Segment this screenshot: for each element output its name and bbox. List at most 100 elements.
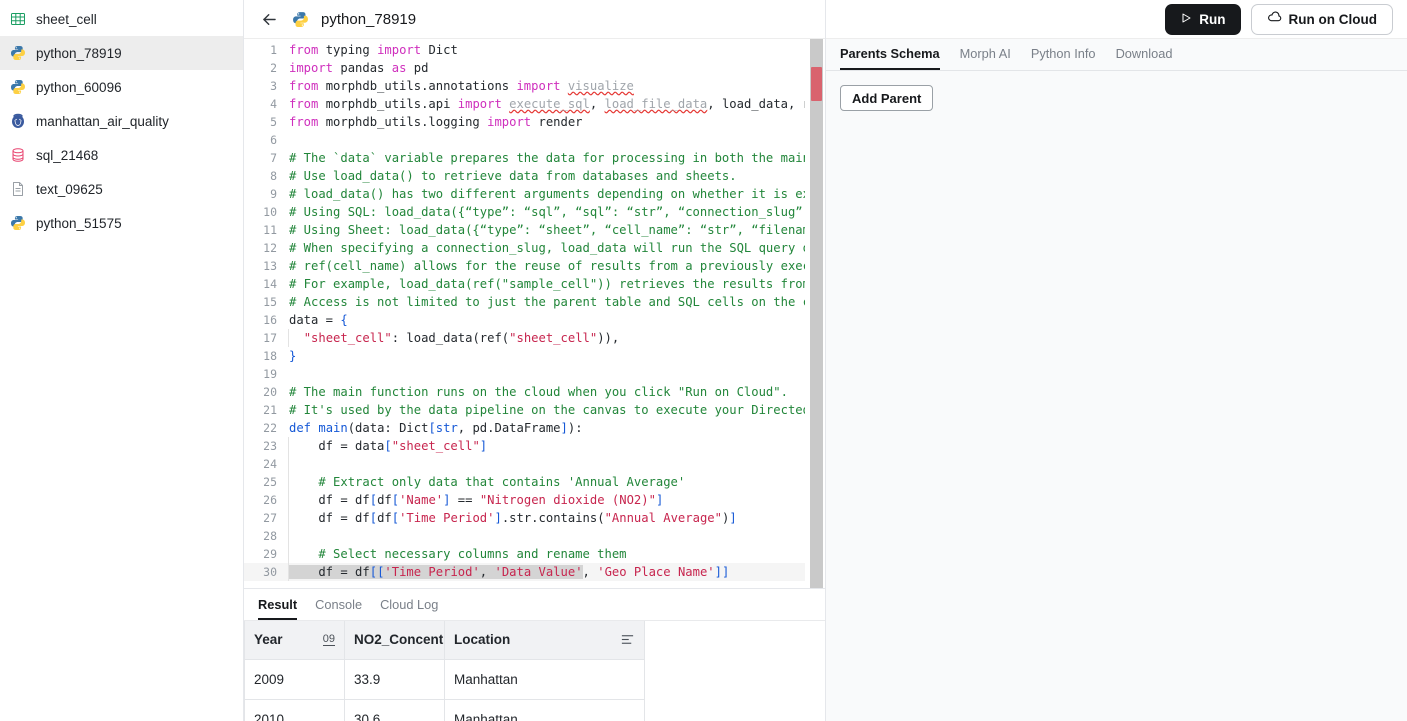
- back-arrow-icon[interactable]: [258, 8, 280, 30]
- run-on-cloud-label: Run on Cloud: [1288, 11, 1377, 27]
- code-token: # Access is not limited to just the pare…: [289, 295, 805, 309]
- code-token: 'Data Value': [494, 565, 583, 579]
- code-token: .str.contains(: [501, 511, 605, 525]
- code-token: df: [377, 493, 392, 507]
- line-number: 20: [263, 385, 277, 399]
- code-line[interactable]: 2 import pandas as pd: [244, 59, 805, 77]
- code-token: load_file_data: [604, 97, 708, 111]
- table-column-header[interactable]: Location: [444, 621, 645, 660]
- results-tab-result[interactable]: Result: [258, 597, 298, 620]
- code-line[interactable]: 27 df = df[df['Time Period'].str.contain…: [244, 509, 805, 527]
- editor-error-marker[interactable]: [811, 67, 822, 101]
- code-line[interactable]: 6: [244, 131, 805, 149]
- code-token: 'Time Period': [384, 565, 480, 579]
- code-line[interactable]: 15 # Access is not limited to just the pa…: [244, 293, 805, 311]
- tab-python-info[interactable]: Python Info: [1031, 46, 1096, 70]
- code-line[interactable]: 19: [244, 365, 805, 383]
- code-token: from: [289, 115, 326, 129]
- tab-download[interactable]: Download: [1116, 46, 1173, 70]
- code-line[interactable]: 17 "sheet_cell": load_data(ref("sheet_ce…: [244, 329, 805, 347]
- line-number: 17: [263, 331, 277, 345]
- line-content: # The `data` variable prepares the data …: [289, 149, 805, 167]
- sidebar-item-python_78919[interactable]: python_78919: [0, 36, 243, 70]
- sidebar-item-python_51575[interactable]: python_51575: [0, 206, 243, 240]
- code-line[interactable]: 3 from morphdb_utils.annotations import v…: [244, 77, 805, 95]
- table-row[interactable]: 2010 30.6 Manhattan: [244, 698, 645, 721]
- code-token: ]: [721, 565, 730, 579]
- sheet-icon: [11, 13, 25, 25]
- editor-topbar: python_78919: [244, 0, 825, 38]
- postgres-icon: [12, 113, 24, 128]
- code-token: ]: [714, 565, 722, 579]
- code-token: # For example, load_data(ref("sample_cel…: [289, 277, 805, 291]
- code-editor[interactable]: 1 from typing import Dict 2 import pandas a…: [244, 38, 825, 588]
- code-line[interactable]: 12 # When specifying a connection_slug, l…: [244, 239, 805, 257]
- code-line[interactable]: 5 from morphdb_utils.logging import rende…: [244, 113, 805, 131]
- line-content: import pandas as pd: [289, 59, 805, 77]
- code-line[interactable]: 22 def main(data: Dict[str, pd.DataFrame]…: [244, 419, 805, 437]
- right-panel: Run Run on Cloud Parents Schema Morph AI P…: [826, 0, 1407, 721]
- sidebar: sheet_cell python_78919 python_60096manhat…: [0, 0, 244, 721]
- table-column-header[interactable]: Year 09: [244, 621, 345, 660]
- line-content: }: [289, 347, 805, 365]
- sidebar-item-manhattan_air_quality[interactable]: manhattan_air_quality: [0, 104, 243, 138]
- code-line[interactable]: 26 df = df[df['Name'] == "Nitrogen dioxi…: [244, 491, 805, 509]
- line-number: 3: [270, 79, 277, 93]
- code-line[interactable]: 16 data = {: [244, 311, 805, 329]
- editor-scrollbar[interactable]: [810, 39, 824, 588]
- code-token: , pd.DataFrame: [457, 421, 561, 435]
- code-lines[interactable]: 1 from typing import Dict 2 import pandas a…: [244, 39, 805, 588]
- line-content: [288, 455, 805, 473]
- tab-morph-ai[interactable]: Morph AI: [960, 46, 1011, 70]
- table-cell: 2009: [244, 658, 345, 700]
- results-tab-cloud-log[interactable]: Cloud Log: [380, 597, 438, 620]
- sidebar-item-label: manhattan_air_quality: [36, 113, 169, 129]
- code-line[interactable]: 7 # The `data` variable prepares the data…: [244, 149, 805, 167]
- line-content: from morphdb_utils.api import execute_sq…: [289, 95, 805, 113]
- code-token: pandas: [340, 61, 392, 75]
- align-icon[interactable]: [620, 632, 635, 647]
- editor-scrollbar-thumb[interactable]: [810, 39, 823, 588]
- code-line[interactable]: 13 # ref(cell_name) allows for the reuse …: [244, 257, 805, 275]
- code-line[interactable]: 4 from morphdb_utils.api import execute_s…: [244, 95, 805, 113]
- code-line[interactable]: 1 from typing import Dict: [244, 41, 805, 59]
- line-number: 12: [263, 241, 277, 255]
- sidebar-item-list: sheet_cell python_78919 python_60096manhat…: [0, 2, 243, 240]
- line-number: 24: [263, 457, 277, 471]
- tab-parents-schema[interactable]: Parents Schema: [840, 46, 940, 70]
- sidebar-item-sql_21468[interactable]: sql_21468: [0, 138, 243, 172]
- code-line[interactable]: 21 # It's used by the data pipeline on th…: [244, 401, 805, 419]
- code-token: import: [516, 79, 568, 93]
- code-line[interactable]: 8 # Use load_data() to retrieve data from…: [244, 167, 805, 185]
- table-body: 2009 33.9 Manhattan 2010 30.6 Manhattan: [244, 658, 645, 721]
- add-parent-button[interactable]: Add Parent: [840, 85, 934, 111]
- table-column-header[interactable]: NO2_Concentr: [344, 621, 445, 660]
- code-line[interactable]: 20 # The main function runs on the cloud …: [244, 383, 805, 401]
- code-line[interactable]: 24: [244, 455, 805, 473]
- column-label: Year: [254, 632, 283, 648]
- run-on-cloud-button[interactable]: Run on Cloud: [1250, 3, 1393, 35]
- sidebar-item-text_09625[interactable]: text_09625: [0, 172, 243, 206]
- code-token: def: [289, 421, 319, 435]
- code-line[interactable]: 11 # Using Sheet: load_data({“type”: “she…: [244, 221, 805, 239]
- code-line[interactable]: 18}: [244, 347, 805, 365]
- sidebar-item-sheet_cell[interactable]: sheet_cell: [0, 2, 243, 36]
- code-line[interactable]: 29 # Select necessary columns and rename…: [244, 545, 805, 563]
- code-line[interactable]: 14 # For example, load_data(ref("sample_c…: [244, 275, 805, 293]
- code-token: [: [369, 493, 378, 507]
- code-line[interactable]: 23 df = data["sheet_cell"]: [244, 437, 805, 455]
- table-row[interactable]: 2009 33.9 Manhattan: [244, 658, 645, 700]
- result-table[interactable]: Year 09 NO2_Concentr Location 2009 33.9 Manha…: [244, 621, 645, 721]
- code-line[interactable]: 10 # Using SQL: load_data({“type”: “sql”,…: [244, 203, 805, 221]
- code-line[interactable]: 25 # Extract only data that contains 'An…: [244, 473, 805, 491]
- code-token: # The `data` variable prepares the data …: [289, 151, 805, 165]
- line-number: 1: [270, 43, 277, 57]
- sidebar-item-python_60096[interactable]: python_60096: [0, 70, 243, 104]
- code-token: 'Time Period': [399, 511, 495, 525]
- line-number: 2: [270, 61, 277, 75]
- run-button[interactable]: Run: [1165, 3, 1241, 35]
- results-tab-console[interactable]: Console: [315, 597, 362, 620]
- code-line[interactable]: 30 df = df[['Time Period', 'Data Value',…: [244, 563, 805, 581]
- code-line[interactable]: 28: [244, 527, 805, 545]
- code-line[interactable]: 9 # load_data() has two different argumen…: [244, 185, 805, 203]
